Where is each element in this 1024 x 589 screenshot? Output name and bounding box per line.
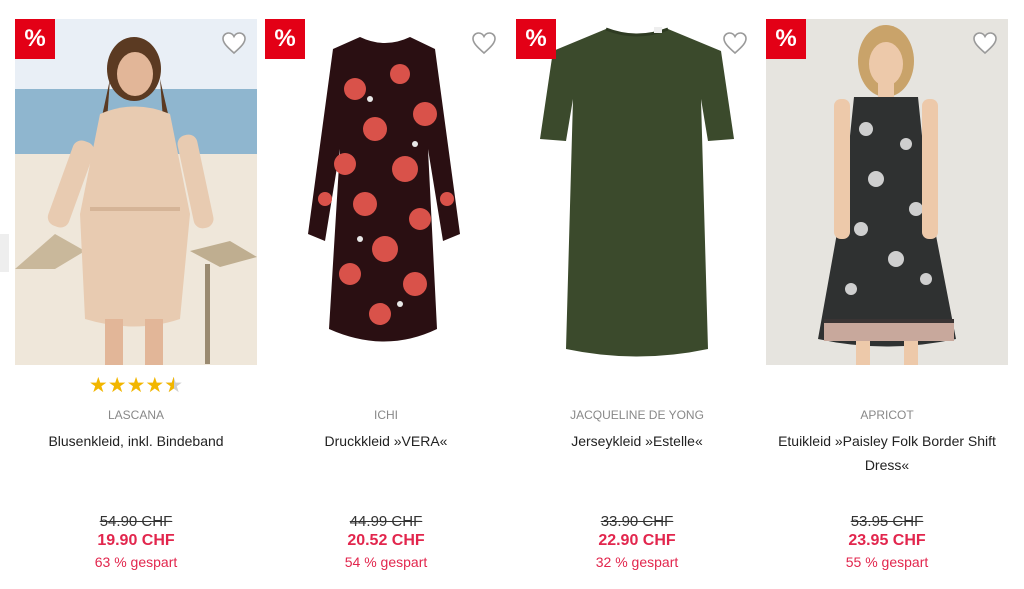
- product-card[interactable]: % ICHI Druckkleid »VERA« 44.99 CHF 20.52…: [265, 19, 507, 589]
- beach-dress-photo: [15, 19, 257, 365]
- heart-icon[interactable]: [471, 31, 497, 55]
- sale-price: 23.95 CHF: [848, 532, 926, 549]
- green-dress-photo: [516, 19, 758, 365]
- product-name-link[interactable]: Jerseykleid »Estelle«: [524, 429, 750, 453]
- product-image[interactable]: [15, 19, 257, 365]
- carousel-prev-tab[interactable]: [0, 234, 9, 272]
- star-icon: ★: [126, 374, 146, 397]
- product-brand: APRICOT: [860, 408, 914, 422]
- sale-price: 20.52 CHF: [347, 532, 425, 549]
- floral-dress-photo: [265, 19, 507, 365]
- old-price: 53.95 CHF: [850, 513, 924, 530]
- sale-price: 22.90 CHF: [598, 532, 676, 549]
- product-name-link[interactable]: Blusenkleid, inkl. Bindeband: [23, 429, 249, 453]
- product-grid: % ★★★★★ LASCANA Blusenkleid, inkl. Binde…: [0, 0, 1024, 589]
- half-star-icon: ★: [164, 374, 183, 398]
- old-price: 33.90 CHF: [600, 513, 674, 530]
- product-name-link[interactable]: Druckkleid »VERA«: [273, 429, 499, 453]
- product-brand: JACQUELINE DE YONG: [570, 408, 704, 422]
- star-icon: ★: [145, 374, 165, 397]
- star-rating: ★★★★★: [15, 374, 257, 398]
- heart-icon[interactable]: [972, 31, 998, 55]
- product-card[interactable]: % APRICOT Etuikleid »Paisley Folk Border…: [766, 19, 1008, 589]
- product-image[interactable]: [516, 19, 758, 365]
- paisley-dress-photo: [766, 19, 1008, 365]
- old-price: 54.90 CHF: [99, 513, 173, 530]
- heart-icon[interactable]: [722, 31, 748, 55]
- savings-text: 32 % gespart: [595, 554, 679, 570]
- sale-badge: %: [766, 19, 806, 59]
- star-icon: ★: [88, 374, 108, 397]
- product-name-link[interactable]: Etuikleid »Paisley Folk Border Shift Dre…: [774, 429, 1000, 477]
- sale-badge: %: [265, 19, 305, 59]
- product-card[interactable]: % ★★★★★ LASCANA Blusenkleid, inkl. Binde…: [15, 19, 257, 589]
- savings-text: 54 % gespart: [344, 554, 428, 570]
- old-price: 44.99 CHF: [349, 513, 423, 530]
- product-image[interactable]: [766, 19, 1008, 365]
- savings-text: 63 % gespart: [94, 554, 178, 570]
- product-image[interactable]: [265, 19, 507, 365]
- product-brand: ICHI: [374, 408, 398, 422]
- product-card[interactable]: % JACQUELINE DE YONG Jerseykleid »Estell…: [516, 19, 758, 589]
- sale-badge: %: [516, 19, 556, 59]
- product-brand: LASCANA: [107, 408, 165, 422]
- sale-badge: %: [15, 19, 55, 59]
- heart-icon[interactable]: [221, 31, 247, 55]
- savings-text: 55 % gespart: [845, 554, 929, 570]
- sale-price: 19.90 CHF: [97, 532, 175, 549]
- star-icon: ★: [107, 374, 127, 397]
